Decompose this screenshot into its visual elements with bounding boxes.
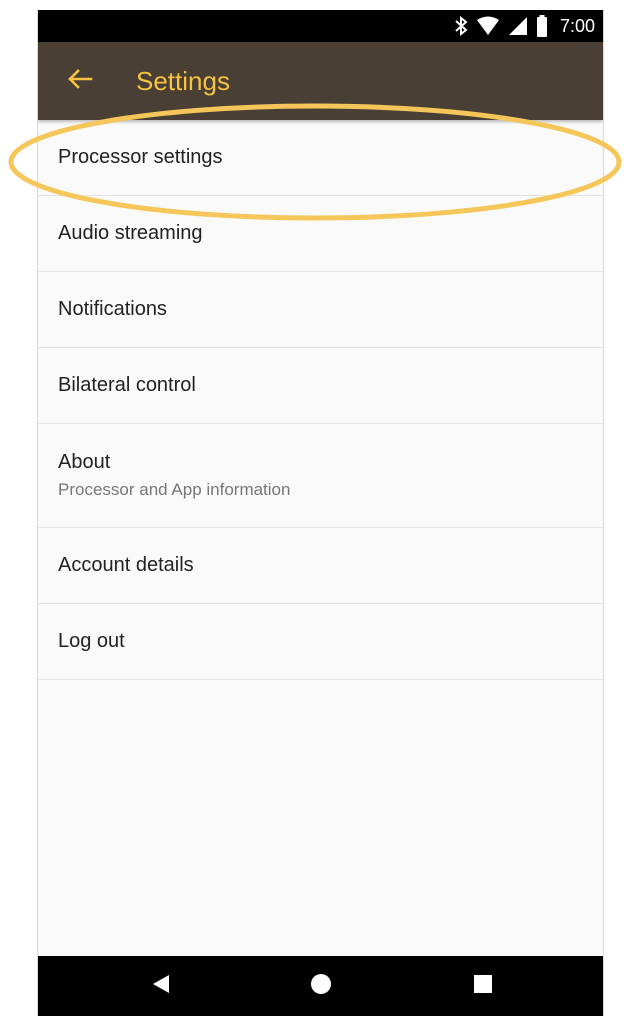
page-title: Settings — [136, 65, 230, 96]
settings-item-label: Processor settings — [58, 146, 223, 168]
settings-item-label: Audio streaming — [58, 222, 203, 244]
screenshot-stage: 7:00 Settings Processor settings Audio s… — [0, 0, 626, 1018]
settings-item-label: Account details — [58, 554, 194, 576]
app-bar: Settings — [38, 42, 603, 120]
status-icons: 7:00 — [454, 10, 595, 42]
settings-item-label: Notifications — [58, 298, 167, 320]
wifi-icon — [476, 16, 500, 36]
status-time: 7:00 — [559, 15, 595, 36]
nav-back-button[interactable] — [126, 956, 196, 1016]
settings-item-processor-settings[interactable]: Processor settings — [38, 120, 603, 196]
settings-item-audio-streaming[interactable]: Audio streaming — [38, 196, 603, 272]
battery-icon — [536, 15, 548, 37]
system-nav-bar — [38, 956, 603, 1016]
home-circle-icon — [310, 973, 332, 1000]
nav-home-button[interactable] — [286, 956, 356, 1016]
back-button[interactable] — [50, 51, 110, 111]
settings-list: Processor settings Audio streaming Notif… — [38, 120, 603, 680]
settings-item-about[interactable]: About Processor and App information — [38, 424, 603, 528]
bluetooth-icon — [454, 16, 468, 36]
back-triangle-icon — [152, 974, 170, 999]
settings-item-label: Bilateral control — [58, 374, 196, 396]
settings-item-label: About — [58, 451, 111, 473]
cellular-signal-icon — [508, 16, 528, 36]
arrow-back-icon — [67, 68, 93, 95]
settings-item-subtitle: Processor and App information — [58, 480, 291, 499]
settings-item-notifications[interactable]: Notifications — [38, 272, 603, 348]
settings-item-label: Log out — [58, 630, 125, 652]
status-bar: 7:00 — [38, 10, 603, 42]
settings-item-bilateral-control[interactable]: Bilateral control — [38, 348, 603, 424]
nav-recents-button[interactable] — [448, 956, 518, 1016]
settings-item-account-details[interactable]: Account details — [38, 528, 603, 604]
settings-item-log-out[interactable]: Log out — [38, 604, 603, 680]
phone-screen: 7:00 Settings Processor settings Audio s… — [37, 10, 604, 1016]
recents-square-icon — [473, 974, 493, 999]
